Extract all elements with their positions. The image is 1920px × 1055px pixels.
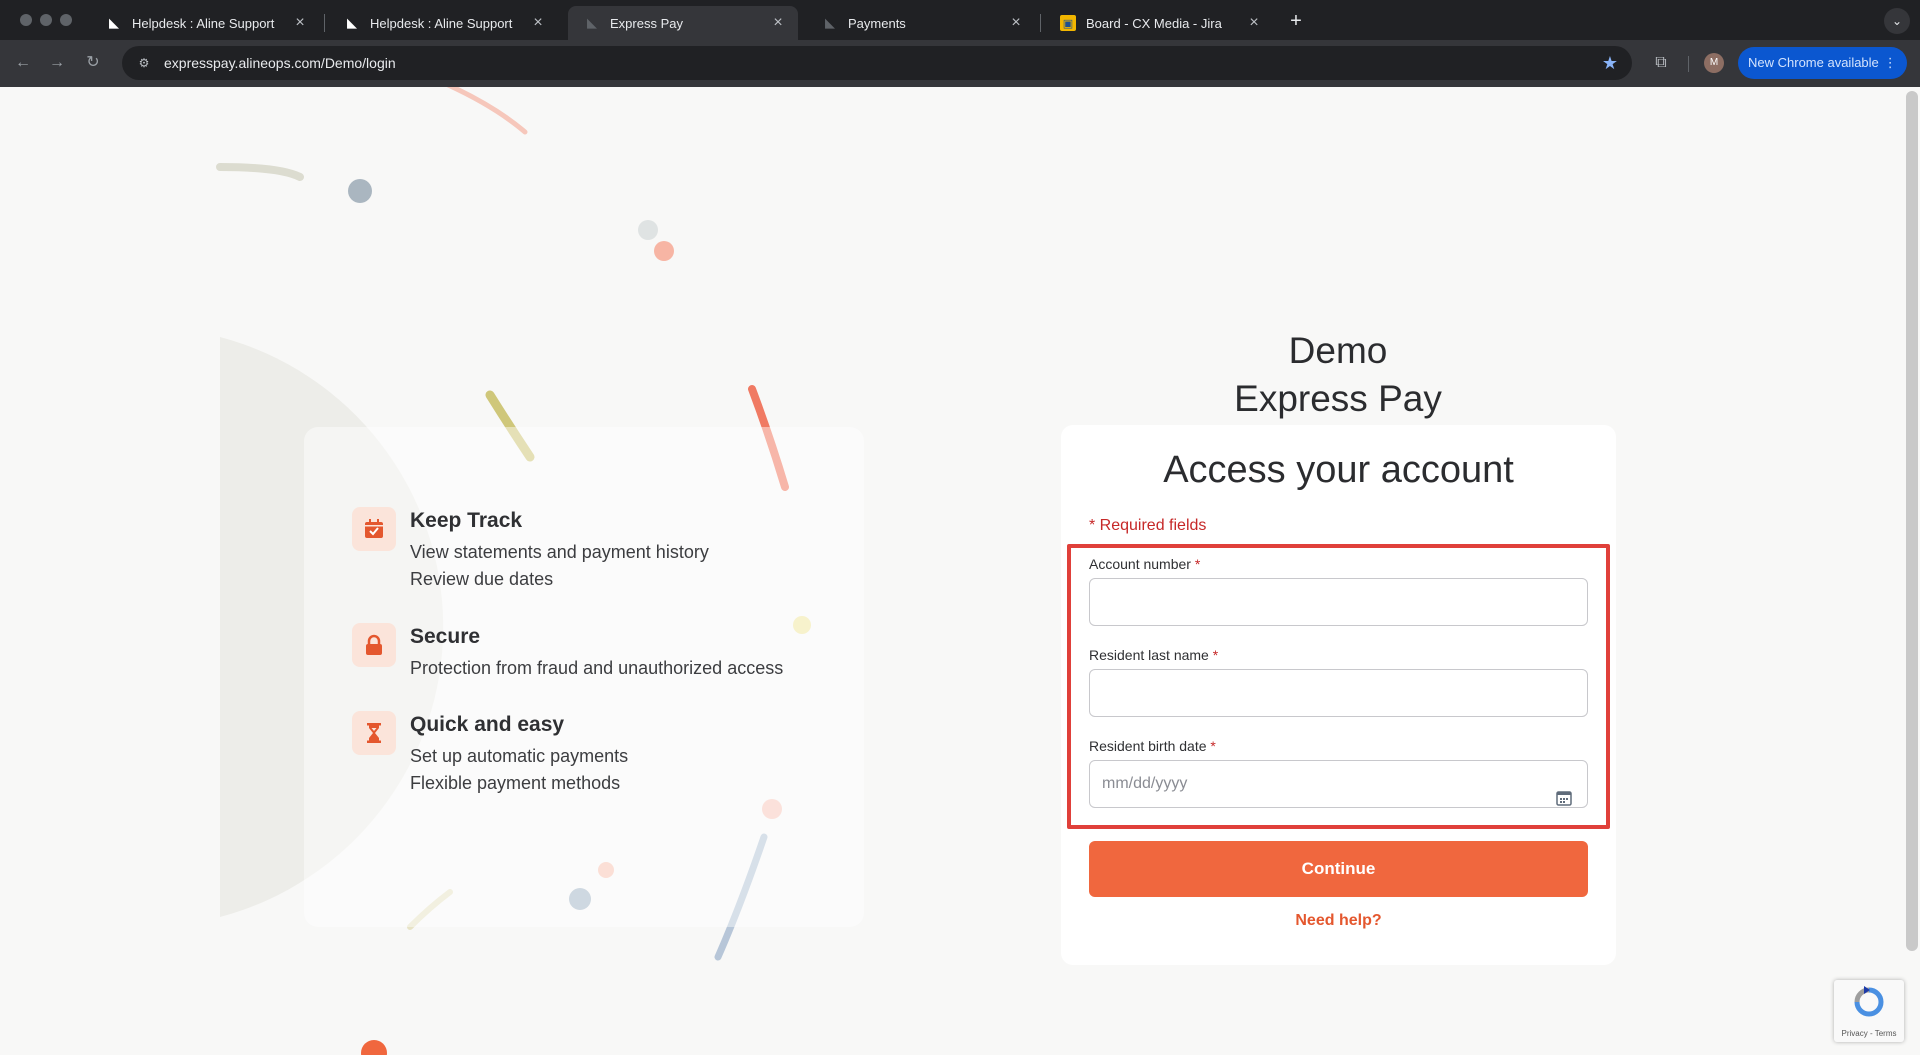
login-form-card: Access your account * Required fields Ac…: [1061, 425, 1616, 965]
tab-label: Helpdesk : Aline Support: [132, 15, 275, 31]
tab-search-chevron-icon[interactable]: ⌄: [1884, 8, 1910, 34]
site-settings-icon[interactable]: ⚙: [136, 55, 152, 71]
window-close-dot[interactable]: [20, 14, 32, 26]
feature-title: Quick and easy: [410, 713, 565, 736]
tab-label: Helpdesk : Aline Support: [370, 15, 513, 31]
tab-separator: [324, 14, 325, 32]
continue-button[interactable]: Continue: [1089, 841, 1588, 897]
browser-toolbar: ← → ↻ ⚙ expresspay.alineops.com/Demo/log…: [0, 40, 1920, 87]
resident-birth-date-label: Resident birth date *: [1089, 738, 1216, 754]
aline-logo-icon: ◣: [825, 15, 835, 30]
resident-last-name-label: Resident last name *: [1089, 647, 1218, 663]
feature-line: Set up automatic payments: [410, 746, 629, 766]
page-viewport: Keep Track View statements and payment h…: [0, 87, 1920, 1055]
features-panel: Keep Track View statements and payment h…: [304, 427, 864, 927]
browser-tab-helpdesk-1[interactable]: ◣ Helpdesk : Aline Support ×: [90, 6, 320, 40]
account-number-input[interactable]: [1089, 578, 1588, 626]
page-title: Demo Express Pay: [1136, 327, 1540, 423]
tab-separator: [1040, 14, 1041, 32]
feature-secure: Secure Protection from fraud and unautho…: [352, 623, 783, 682]
toolbar-separator: [1688, 56, 1689, 72]
close-icon[interactable]: ×: [292, 15, 308, 31]
required-asterisk: *: [1212, 647, 1219, 663]
resident-birth-date-label-text: Resident birth date: [1089, 738, 1207, 754]
aline-logo-icon: ◣: [109, 15, 119, 30]
recaptcha-footer[interactable]: Privacy - Terms: [1834, 1029, 1904, 1038]
back-arrow-icon[interactable]: ←: [12, 52, 34, 74]
new-tab-plus-icon[interactable]: +: [1283, 8, 1309, 34]
window-zoom-dot[interactable]: [60, 14, 72, 26]
jira-icon: ▣: [1060, 15, 1076, 31]
bookmark-star-icon[interactable]: ★: [1602, 53, 1618, 74]
feature-line: Protection from fraud and unauthorized a…: [410, 658, 784, 678]
forward-arrow-icon[interactable]: →: [46, 52, 68, 74]
feature-keep-track: Keep Track View statements and payment h…: [352, 507, 709, 593]
profile-avatar[interactable]: M: [1704, 53, 1724, 73]
feature-line: View statements and payment history: [410, 542, 709, 562]
kebab-menu-icon[interactable]: ⋮: [1884, 47, 1897, 79]
browser-tab-payments[interactable]: ◣ Payments ×: [806, 6, 1036, 40]
browser-tab-express-pay[interactable]: ◣ Express Pay ×: [568, 6, 798, 40]
recaptcha-badge[interactable]: Privacy - Terms: [1834, 980, 1904, 1042]
brand-line-express-pay: Express Pay: [1234, 378, 1442, 419]
tab-label: Board - CX Media - Jira: [1086, 15, 1222, 31]
page-scrollbar[interactable]: [1906, 91, 1918, 951]
feature-line: Flexible payment methods: [410, 773, 621, 793]
aline-logo-icon: ◣: [587, 15, 597, 30]
browser-tab-jira[interactable]: ▣ Board - CX Media - Jira ×: [1044, 6, 1274, 40]
feature-title: Secure: [410, 625, 481, 648]
required-fields-note: * Required fields: [1089, 517, 1207, 534]
chrome-update-label: New Chrome available: [1748, 55, 1879, 70]
required-asterisk: *: [1194, 556, 1201, 572]
feature-line: Review due dates: [410, 569, 554, 589]
lock-icon: [352, 623, 396, 667]
close-icon[interactable]: ×: [530, 15, 546, 31]
tab-label: Payments: [848, 15, 906, 31]
calendar-check-icon: [352, 507, 396, 551]
login-heading: Access your account: [1163, 449, 1514, 491]
address-bar[interactable]: ⚙ expresspay.alineops.com/Demo/login ★: [122, 46, 1632, 80]
browser-tab-helpdesk-2[interactable]: ◣ Helpdesk : Aline Support ×: [328, 6, 558, 40]
account-number-label-text: Account number: [1089, 556, 1191, 572]
resident-last-name-input[interactable]: [1089, 669, 1588, 717]
close-icon[interactable]: ×: [770, 15, 786, 31]
address-bar-url[interactable]: expresspay.alineops.com/Demo/login: [164, 55, 1602, 71]
resident-birth-date-input[interactable]: [1089, 760, 1588, 808]
recaptcha-logo-icon: [1854, 986, 1884, 1017]
browser-tab-bar: ◣ Helpdesk : Aline Support × ◣ Helpdesk …: [0, 0, 1920, 40]
aline-logo-icon: ◣: [347, 15, 357, 30]
tab-label: Express Pay: [610, 15, 683, 31]
required-asterisk: *: [1210, 738, 1216, 754]
background-decoration: [216, 87, 811, 1055]
account-number-label: Account number *: [1089, 556, 1200, 572]
feature-title: Keep Track: [410, 509, 523, 532]
feature-quick-and-easy: Quick and easy Set up automatic payments…: [352, 711, 628, 797]
extensions-puzzle-icon[interactable]: ⧉: [1650, 52, 1672, 74]
close-icon[interactable]: ×: [1246, 15, 1262, 31]
hourglass-icon: [352, 711, 396, 755]
resident-last-name-label-text: Resident last name: [1089, 647, 1209, 663]
close-icon[interactable]: ×: [1008, 15, 1024, 31]
calendar-icon[interactable]: [1555, 789, 1573, 807]
chrome-update-button[interactable]: New Chrome available ⋮: [1738, 47, 1907, 79]
need-help-link[interactable]: Need help?: [1061, 912, 1616, 930]
brand-line-demo: Demo: [1288, 330, 1388, 371]
window-minimize-dot[interactable]: [40, 14, 52, 26]
reload-icon[interactable]: ↻: [82, 52, 104, 74]
